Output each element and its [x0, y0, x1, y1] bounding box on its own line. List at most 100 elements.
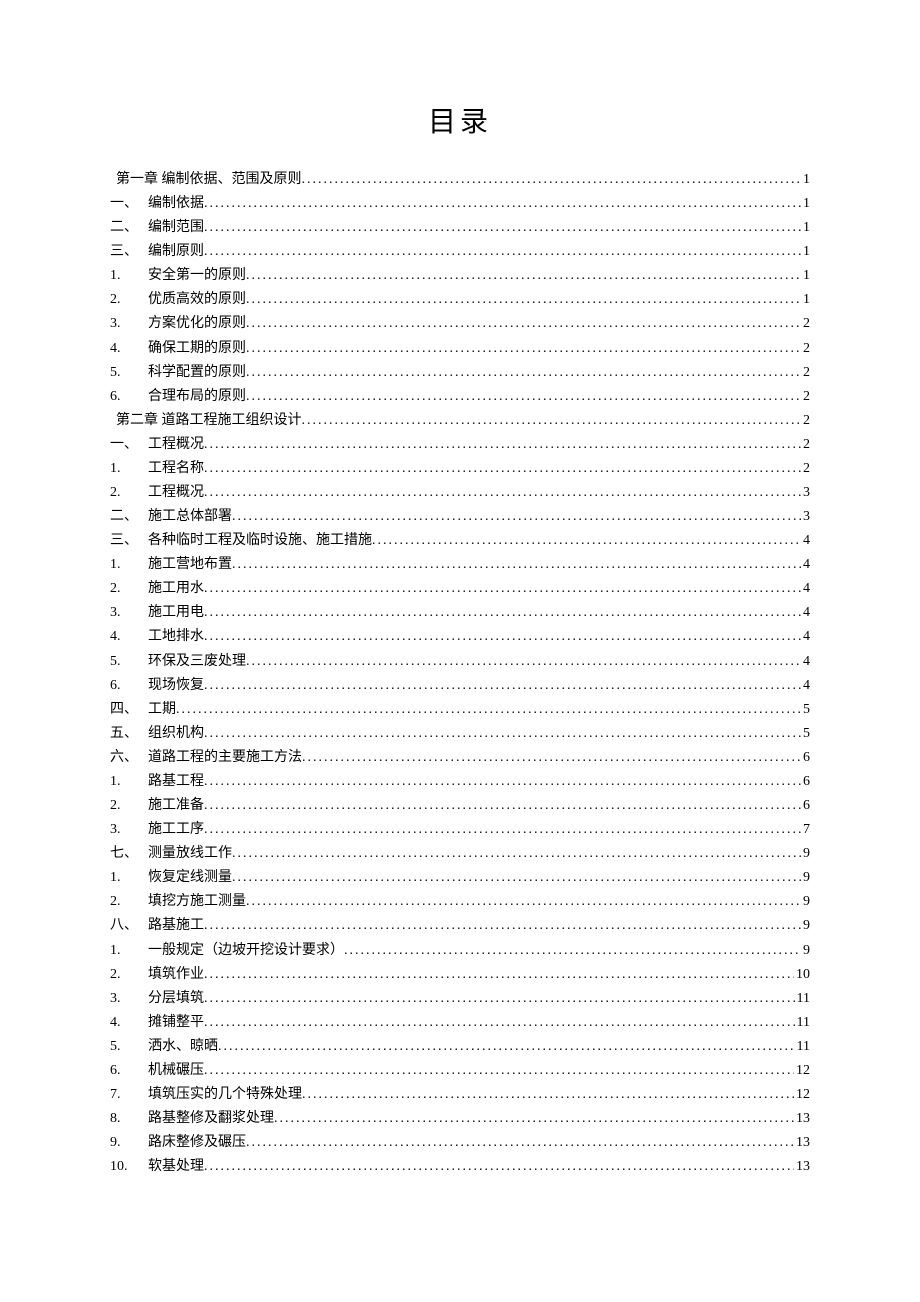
toc-entry: 二、编制范围1 — [110, 216, 810, 240]
toc-entry-page: 13 — [794, 1155, 810, 1179]
toc-entry-label: 1. — [110, 264, 148, 288]
toc-entry-text: 施工工序 — [148, 818, 204, 842]
toc-entry-text: 施工营地布置 — [148, 553, 232, 577]
toc-entry-label: 6. — [110, 1059, 148, 1083]
toc-entry-page: 5 — [801, 722, 810, 746]
toc-entry-leader — [204, 1059, 794, 1083]
toc-entry-leader — [204, 433, 801, 457]
toc-entry-text: 科学配置的原则 — [148, 361, 246, 385]
toc-title: 目录 — [110, 100, 810, 140]
toc-entry-leader — [246, 385, 801, 409]
toc-entry-page: 4 — [801, 553, 810, 577]
toc-entry-text: 合理布局的原则 — [148, 385, 246, 409]
toc-entry-leader — [176, 698, 801, 722]
toc-entry-text: 软基处理 — [148, 1155, 204, 1179]
toc-entry-label: 1. — [110, 866, 148, 890]
table-of-contents: 第一章 编制依据、范围及原则1一、编制依据1二、编制范围1三、编制原则11.安全… — [110, 168, 810, 1179]
toc-entry-leader — [204, 625, 801, 649]
toc-entry-text: 工期 — [148, 698, 176, 722]
toc-entry-page: 7 — [801, 818, 810, 842]
toc-entry-text: 洒水、晾晒 — [148, 1035, 218, 1059]
toc-entry: 三、编制原则1 — [110, 240, 810, 264]
toc-entry: 9.路床整修及碾压13 — [110, 1131, 810, 1155]
toc-entry-page: 2 — [801, 409, 810, 433]
toc-entry: 三、各种临时工程及临时设施、施工措施4 — [110, 529, 810, 553]
toc-entry: 1.安全第一的原则1 — [110, 264, 810, 288]
toc-entry-page: 4 — [801, 674, 810, 698]
toc-entry: 6.合理布局的原则2 — [110, 385, 810, 409]
toc-entry: 五、组织机构5 — [110, 722, 810, 746]
toc-entry-page: 13 — [794, 1107, 810, 1131]
toc-entry-leader — [204, 481, 801, 505]
toc-entry: 3.方案优化的原则2 — [110, 312, 810, 336]
toc-entry-label: 8. — [110, 1107, 148, 1131]
toc-entry-leader — [302, 1083, 794, 1107]
toc-entry: 3.施工工序7 — [110, 818, 810, 842]
toc-entry-text: 编制范围 — [148, 216, 204, 240]
toc-entry: 1.工程名称2 — [110, 457, 810, 481]
toc-entry-page: 1 — [801, 288, 810, 312]
toc-entry-text: 一般规定（边坡开挖设计要求） — [148, 939, 344, 963]
toc-entry: 八、路基施工 9 — [110, 914, 810, 938]
toc-entry: 4.确保工期的原则2 — [110, 337, 810, 361]
toc-entry-leader — [246, 264, 801, 288]
toc-entry-text: 方案优化的原则 — [148, 312, 246, 336]
toc-entry-text: 填筑压实的几个特殊处理 — [148, 1083, 302, 1107]
toc-entry: 2.优质高效的原则1 — [110, 288, 810, 312]
toc-entry-text: 第一章 编制依据、范围及原则 — [116, 168, 302, 192]
toc-entry-leader — [204, 674, 801, 698]
toc-entry-text: 路基工程 — [148, 770, 204, 794]
toc-entry-leader — [246, 337, 801, 361]
toc-entry-leader — [204, 722, 801, 746]
toc-entry-leader — [344, 939, 801, 963]
toc-entry-leader — [232, 553, 801, 577]
toc-entry-leader — [204, 457, 801, 481]
toc-entry-label: 5. — [110, 1035, 148, 1059]
toc-entry-label: 4. — [110, 625, 148, 649]
toc-entry-page: 12 — [794, 1083, 810, 1107]
toc-entry-page: 9 — [801, 939, 810, 963]
toc-entry-text: 第二章 道路工程施工组织设计 — [116, 409, 302, 433]
toc-entry-label: 2. — [110, 963, 148, 987]
toc-entry-label: 八、 — [110, 914, 148, 938]
toc-entry-text: 路基施工 — [148, 914, 204, 938]
toc-entry-page: 3 — [801, 505, 810, 529]
toc-entry-page: 9 — [801, 890, 810, 914]
toc-entry-page: 11 — [795, 987, 810, 1011]
toc-entry-label: 9. — [110, 1131, 148, 1155]
toc-entry-leader — [246, 312, 801, 336]
toc-entry-text: 编制原则 — [148, 240, 204, 264]
toc-entry-leader — [204, 192, 801, 216]
toc-entry-label: 1. — [110, 457, 148, 481]
toc-entry-leader — [232, 842, 801, 866]
toc-entry: 2.填筑作业10 — [110, 963, 810, 987]
toc-entry-page: 4 — [801, 650, 810, 674]
toc-entry-page: 1 — [801, 192, 810, 216]
toc-entry-leader — [372, 529, 801, 553]
toc-entry-text: 施工准备 — [148, 794, 204, 818]
toc-entry-label: 2. — [110, 794, 148, 818]
toc-entry-leader — [204, 818, 801, 842]
toc-entry-label: 2. — [110, 890, 148, 914]
toc-entry-page: 9 — [801, 914, 810, 938]
toc-entry-text: 工地排水 — [148, 625, 204, 649]
toc-entry-text: 施工总体部署 — [148, 505, 232, 529]
toc-entry: 2.施工用水4 — [110, 577, 810, 601]
toc-entry: 3.施工用电4 — [110, 601, 810, 625]
toc-entry-label: 4. — [110, 337, 148, 361]
toc-entry: 10.软基处理13 — [110, 1155, 810, 1179]
toc-entry: 1.一般规定（边坡开挖设计要求）9 — [110, 939, 810, 963]
toc-entry-page: 6 — [801, 770, 810, 794]
toc-entry-label: 1. — [110, 553, 148, 577]
toc-entry-page: 6 — [801, 794, 810, 818]
toc-entry-label: 3. — [110, 312, 148, 336]
toc-entry: 2.工程概况3 — [110, 481, 810, 505]
toc-entry-leader — [204, 577, 801, 601]
toc-entry-leader — [204, 770, 801, 794]
toc-entry: 2.施工准备 6 — [110, 794, 810, 818]
toc-entry-page: 6 — [801, 746, 810, 770]
toc-entry-text: 工程名称 — [148, 457, 204, 481]
toc-entry-page: 1 — [801, 168, 810, 192]
toc-entry-text: 工程概况 — [148, 433, 204, 457]
toc-entry: 2.填挖方施工测量9 — [110, 890, 810, 914]
